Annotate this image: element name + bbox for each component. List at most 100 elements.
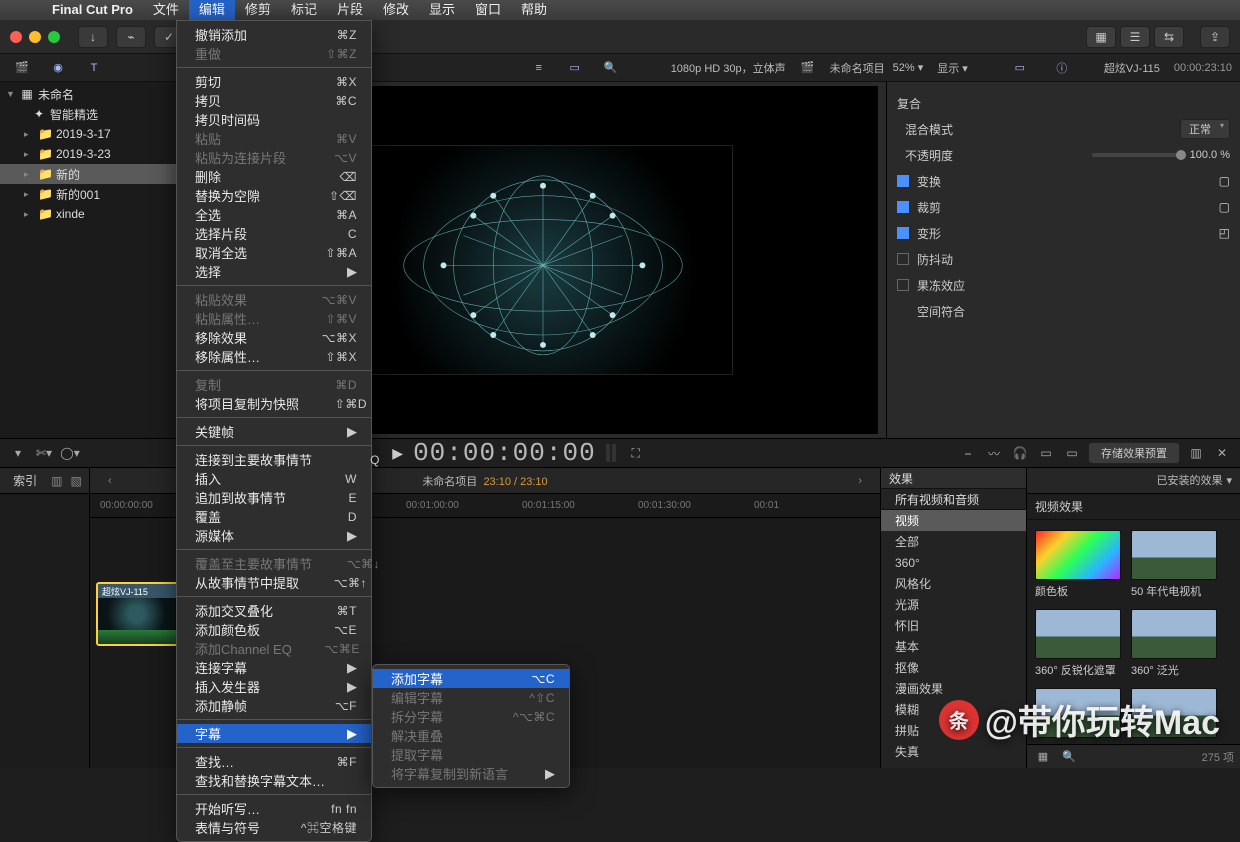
timeline-prev[interactable]: ‹ bbox=[98, 475, 122, 487]
sidebar-item[interactable]: ✦智能精选 bbox=[0, 104, 179, 124]
fx-category[interactable]: 光源 bbox=[881, 594, 1026, 615]
solo-icon[interactable]: 🎧 bbox=[1010, 444, 1030, 462]
menu-item[interactable]: 撤销添加⌘Z bbox=[177, 25, 371, 44]
menu-item[interactable]: 全选⌘A bbox=[177, 205, 371, 224]
reset-icon[interactable]: ▢ bbox=[1219, 174, 1230, 188]
inspector-stabilize[interactable]: 防抖动 bbox=[897, 246, 1230, 272]
menu-item[interactable]: 连接字幕▶ bbox=[177, 658, 371, 677]
menu-item[interactable]: 替换为空隙⇧⌫ bbox=[177, 186, 371, 205]
effects-toggle-icon[interactable]: ▥ bbox=[1186, 444, 1206, 462]
inspector-blend-mode[interactable]: 混合模式 正常 bbox=[897, 116, 1230, 142]
reset-icon[interactable]: ◰ bbox=[1219, 226, 1230, 240]
menu-clip[interactable]: 片段 bbox=[327, 0, 373, 20]
view-menu-button[interactable]: 显示 ▾ bbox=[937, 60, 968, 76]
layout-tiles-icon[interactable]: ▦ bbox=[1086, 26, 1116, 48]
menu-view[interactable]: 显示 bbox=[419, 0, 465, 20]
menu-item[interactable]: 选择▶ bbox=[177, 262, 371, 281]
inspector-distort[interactable]: 变形◰ bbox=[897, 220, 1230, 246]
menu-item[interactable]: 源媒体▶ bbox=[177, 526, 371, 545]
index-icon-2[interactable]: ▧ bbox=[71, 474, 82, 488]
menu-item[interactable]: 移除属性…⇧⌘X bbox=[177, 347, 371, 366]
play-button[interactable]: ▶ bbox=[392, 445, 403, 462]
index-tab[interactable]: 索引 bbox=[7, 470, 43, 491]
menu-item[interactable]: 插入W bbox=[177, 469, 371, 488]
effect-item[interactable]: 50 年代电视机 bbox=[1131, 530, 1217, 599]
fx-tree-subheader[interactable]: 所有视频和音频 bbox=[881, 489, 1026, 510]
layout-list-icon[interactable]: ☰ bbox=[1120, 26, 1150, 48]
skimming-icon[interactable]: ⎯ bbox=[958, 444, 978, 462]
tool-select-icon[interactable]: ▾ bbox=[8, 444, 28, 462]
menu-item[interactable]: 添加字幕⌥C bbox=[373, 669, 569, 688]
menu-item[interactable]: 添加静帧⌥F bbox=[177, 696, 371, 715]
menu-item[interactable]: 添加颜色板⌥E bbox=[177, 620, 371, 639]
menu-window[interactable]: 窗口 bbox=[465, 0, 511, 20]
inspector-video-icon[interactable]: ▭ bbox=[1006, 58, 1034, 78]
menu-item[interactable]: 表情与符号^⌘空格键 bbox=[177, 818, 371, 837]
inspector-crop[interactable]: 裁剪▢ bbox=[897, 194, 1230, 220]
menu-modify[interactable]: 修改 bbox=[373, 0, 419, 20]
library-icon[interactable]: 🎬 bbox=[8, 58, 36, 78]
zoom-window-icon[interactable] bbox=[48, 31, 60, 43]
sidebar-item[interactable]: ▸📁2019-3-23 bbox=[0, 144, 179, 164]
menu-item[interactable]: 将项目复制为快照⇧⌘D bbox=[177, 394, 371, 413]
fx-view-icon[interactable]: ▦ bbox=[1033, 748, 1053, 766]
menu-item[interactable]: 从故事情节中提取⌥⌘↑ bbox=[177, 573, 371, 592]
distort-checkbox[interactable] bbox=[897, 227, 909, 239]
import-button[interactable]: ↓ bbox=[78, 26, 108, 48]
search-icon[interactable]: 🔍 bbox=[597, 58, 625, 78]
menu-item[interactable]: 覆盖D bbox=[177, 507, 371, 526]
minimize-window-icon[interactable] bbox=[29, 31, 41, 43]
menu-item[interactable]: 追加到故事情节E bbox=[177, 488, 371, 507]
reset-icon[interactable]: ▢ bbox=[1219, 200, 1230, 214]
menu-item[interactable]: 取消全选⇧⌘A bbox=[177, 243, 371, 262]
menu-item[interactable]: 查找…⌘F bbox=[177, 752, 371, 771]
share-button[interactable]: ⇪ bbox=[1200, 26, 1230, 48]
fx-category[interactable]: 全部 bbox=[881, 531, 1026, 552]
close-window-icon[interactable] bbox=[10, 31, 22, 43]
menu-item[interactable]: 拷贝时间码 bbox=[177, 110, 371, 129]
loop-icon[interactable]: ▭ bbox=[1062, 444, 1082, 462]
fx-category[interactable]: 360° bbox=[881, 552, 1026, 573]
menu-trim[interactable]: 修剪 bbox=[235, 0, 281, 20]
clip-appearance-icon[interactable]: ▭ bbox=[561, 58, 589, 78]
fx-search-icon[interactable]: 🔍 bbox=[1059, 748, 1079, 766]
blend-mode-select[interactable]: 正常 bbox=[1180, 119, 1230, 139]
main-timecode[interactable]: 00:00:00:00 bbox=[413, 438, 596, 468]
tool-trim-icon[interactable]: ✄▾ bbox=[34, 444, 54, 462]
zoom-level[interactable]: 52% ▾ bbox=[893, 61, 924, 74]
effect-item[interactable]: 颜色板 bbox=[1035, 530, 1121, 599]
sidebar-item[interactable]: ▸📁新的001 bbox=[0, 184, 179, 204]
menu-item[interactable]: 移除效果⌥⌘X bbox=[177, 328, 371, 347]
menu-item[interactable]: 查找和替换字幕文本… bbox=[177, 771, 371, 790]
keyword-button[interactable]: ⌁ bbox=[116, 26, 146, 48]
inspector-transform[interactable]: 变换▢ bbox=[897, 168, 1230, 194]
sidebar-item[interactable]: ▸📁新的 bbox=[0, 164, 179, 184]
transform-checkbox[interactable] bbox=[897, 175, 909, 187]
menu-item[interactable]: 删除⌫ bbox=[177, 167, 371, 186]
effect-item[interactable]: 360° 反锐化遮罩 bbox=[1035, 609, 1121, 678]
layout-options-icon[interactable]: ⇆ bbox=[1154, 26, 1184, 48]
inspector-info-icon[interactable]: ⓘ bbox=[1048, 58, 1076, 78]
sidebar-item[interactable]: ▸📁2019-3-17 bbox=[0, 124, 179, 144]
fx-category[interactable]: 视频 bbox=[881, 510, 1026, 531]
installed-effects-popup[interactable]: 已安装的效果 ▾ bbox=[1156, 472, 1232, 488]
menu-file[interactable]: 文件 bbox=[143, 0, 189, 20]
menu-item[interactable]: 关键帧▶ bbox=[177, 422, 371, 441]
library-root[interactable]: ▼▦ 未命名 bbox=[0, 84, 179, 104]
menu-item[interactable]: 添加交叉叠化⌘T bbox=[177, 601, 371, 620]
fx-category[interactable]: 抠像 bbox=[881, 657, 1026, 678]
menu-mark[interactable]: 标记 bbox=[281, 0, 327, 20]
inspector-spatial[interactable]: 空间符合 bbox=[897, 298, 1230, 324]
index-icon[interactable]: ▥ bbox=[51, 474, 62, 488]
audio-skim-icon[interactable]: 〰 bbox=[984, 444, 1004, 462]
menu-item[interactable]: 插入发生器▶ bbox=[177, 677, 371, 696]
tool-retime-icon[interactable]: ◯▾ bbox=[60, 444, 80, 462]
menu-item[interactable]: 连接到主要故事情节Q bbox=[177, 450, 371, 469]
fx-category[interactable]: 基本 bbox=[881, 636, 1026, 657]
close-panel-icon[interactable]: ✕ bbox=[1212, 444, 1232, 462]
fx-category[interactable]: 风格化 bbox=[881, 573, 1026, 594]
menu-help[interactable]: 帮助 bbox=[511, 0, 557, 20]
timeline-next[interactable]: › bbox=[848, 475, 872, 487]
save-effects-preset-button[interactable]: 存储效果预置 bbox=[1088, 442, 1180, 464]
menu-item[interactable]: 剪切⌘X bbox=[177, 72, 371, 91]
